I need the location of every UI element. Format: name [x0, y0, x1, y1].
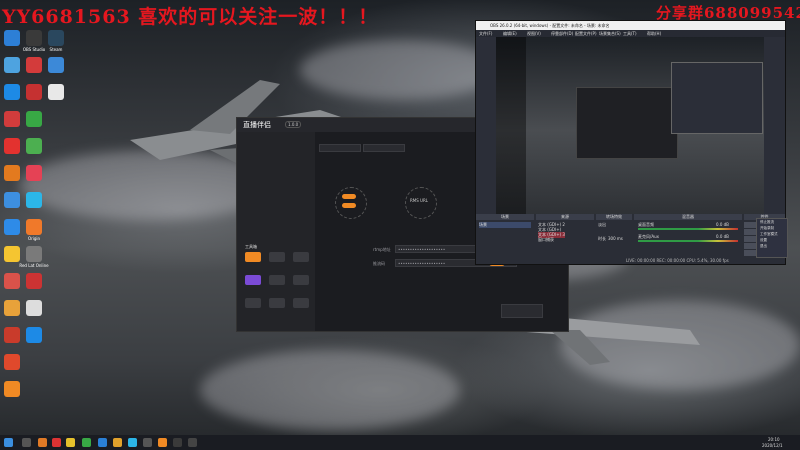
tool-icon[interactable] [245, 252, 261, 262]
preview-icons [496, 37, 526, 224]
taskbar: 20:10 2020/12/1 [0, 435, 800, 450]
desktop-icon-label: Steam [49, 47, 63, 52]
taskbar-app-icon[interactable] [52, 438, 61, 447]
app-icon [26, 219, 42, 235]
transition-select[interactable]: 淡出 [598, 222, 606, 228]
desktop-icon[interactable]: Origin [12, 219, 56, 241]
app-icon [26, 138, 42, 154]
context-menu-item[interactable]: 退出 [757, 243, 787, 249]
taskbar-app-icon[interactable] [128, 438, 137, 447]
audio-meter [638, 240, 738, 242]
desktop-icon[interactable] [12, 138, 56, 155]
duration-label: 时长 [598, 236, 606, 241]
tool-section-label: 工具箱 [245, 244, 257, 249]
taskbar-app-icon[interactable] [82, 438, 91, 447]
preview-obs-window [671, 62, 763, 134]
cloud [200, 350, 460, 430]
desktop-icon[interactable] [12, 192, 56, 209]
desktop-icon[interactable] [34, 57, 78, 74]
panel-header: 混音器 [634, 214, 742, 220]
start-live-button[interactable] [501, 304, 543, 318]
mixer-value: 0.0 dB [716, 234, 729, 239]
taskbar-app-icon[interactable] [143, 438, 152, 447]
app-icon [26, 246, 42, 262]
desktop-icon[interactable]: Red Lat Online [12, 246, 56, 268]
desktop-icon[interactable]: Steam [34, 30, 78, 52]
tool-icon[interactable] [245, 275, 261, 285]
app-icon [48, 57, 64, 73]
obs-titlebar[interactable]: OBS 26.0.2 (64-bit, windows) - 配置文件: 未命名… [476, 21, 785, 30]
context-menu: 停止推流 开始录制 工作室模式 设置 退出 [756, 218, 788, 258]
desktop-icon-label: Red Lat Online [19, 263, 49, 268]
preview-live-window [576, 87, 678, 159]
desktop-icon[interactable] [12, 327, 56, 344]
obs-statusbar: LIVE: 00:00:00 REC: 00:00:00 CPU: 5.4%, … [626, 258, 729, 263]
app-icon [26, 192, 42, 208]
mode-field[interactable] [363, 144, 405, 152]
desktop-icon[interactable] [0, 381, 34, 398]
app-icon [4, 354, 20, 370]
taskbar-app-icon[interactable] [66, 438, 75, 447]
stream-title-field[interactable] [319, 144, 361, 152]
overlay-left-text: YY6681563 喜欢的可以关注一波！！！ [2, 6, 379, 28]
panel-header: 来源 [536, 214, 594, 220]
desktop-icon-label: Origin [27, 236, 41, 241]
panel-header: 转场特效 [596, 214, 632, 220]
version-badge: 1.0.0 [285, 121, 302, 128]
taskbar-app-icon[interactable] [98, 438, 107, 447]
tool-icon[interactable] [269, 252, 285, 262]
desktop-icon[interactable] [12, 300, 56, 317]
tool-icon[interactable] [293, 252, 309, 262]
desktop-icon[interactable] [12, 273, 56, 290]
windows-start-icon[interactable] [4, 438, 13, 447]
desktop-icon[interactable] [12, 111, 56, 128]
app-icon [48, 30, 64, 46]
obs-url-label: RMS URL [410, 198, 428, 203]
step-chip [342, 194, 356, 199]
app-icon [26, 327, 42, 343]
live-sidebar: 工具箱 [237, 132, 315, 331]
desktop-icon[interactable] [12, 165, 56, 182]
obs-window[interactable]: OBS 26.0.2 (64-bit, windows) - 配置文件: 未命名… [475, 20, 786, 265]
key-label: 推流码 [373, 261, 385, 266]
app-icon [26, 111, 42, 127]
step-bubble [405, 187, 437, 219]
scene-item[interactable]: 场景 [479, 222, 531, 228]
desktop-icon[interactable] [0, 354, 34, 371]
step-chip [342, 203, 356, 208]
app-icon [26, 300, 42, 316]
taskbar-app-icon[interactable] [173, 438, 182, 447]
desktop-icon[interactable] [34, 84, 78, 101]
app-icon [26, 273, 42, 289]
taskbar-date: 2020/12/1 [762, 443, 783, 448]
taskbar-app-icon[interactable] [188, 438, 197, 447]
duration-value[interactable]: 300 ms [608, 236, 623, 241]
tool-icon[interactable] [293, 275, 309, 285]
obs-dock: 场景 来源 转场特效 混音器 控件 场景 文本 (GDI+) 2 文本 (GDI… [476, 214, 786, 264]
rtmp-label: rtmp地址 [373, 247, 391, 252]
app-icon [48, 84, 64, 100]
mixer-value: 0.0 dB [716, 222, 729, 227]
taskbar-app-icon[interactable] [113, 438, 122, 447]
tool-icon[interactable] [245, 298, 261, 308]
app-icon [4, 381, 20, 397]
tool-icon[interactable] [269, 275, 285, 285]
app-logo: 直播伴侣 [243, 121, 271, 129]
app-icon [26, 165, 42, 181]
menu-item[interactable]: 文件(F) [479, 31, 492, 37]
taskbar-app-icon[interactable] [38, 438, 47, 447]
tool-icon[interactable] [269, 298, 285, 308]
taskbar-app-icon[interactable] [158, 438, 167, 447]
audio-meter [638, 228, 738, 230]
obs-menubar: 文件(F) 编辑(E) 视图(V) 停靠部件(D) 配置文件(P) 场景集合(S) 工具(T… [476, 30, 785, 37]
taskbar-time: 20:10 [768, 437, 780, 442]
search-icon[interactable] [22, 438, 31, 447]
source-item[interactable]: 窗口捕获 [538, 237, 554, 243]
tool-icon[interactable] [293, 298, 309, 308]
obs-preview[interactable] [496, 37, 764, 224]
panel-header: 场景 [476, 214, 534, 220]
